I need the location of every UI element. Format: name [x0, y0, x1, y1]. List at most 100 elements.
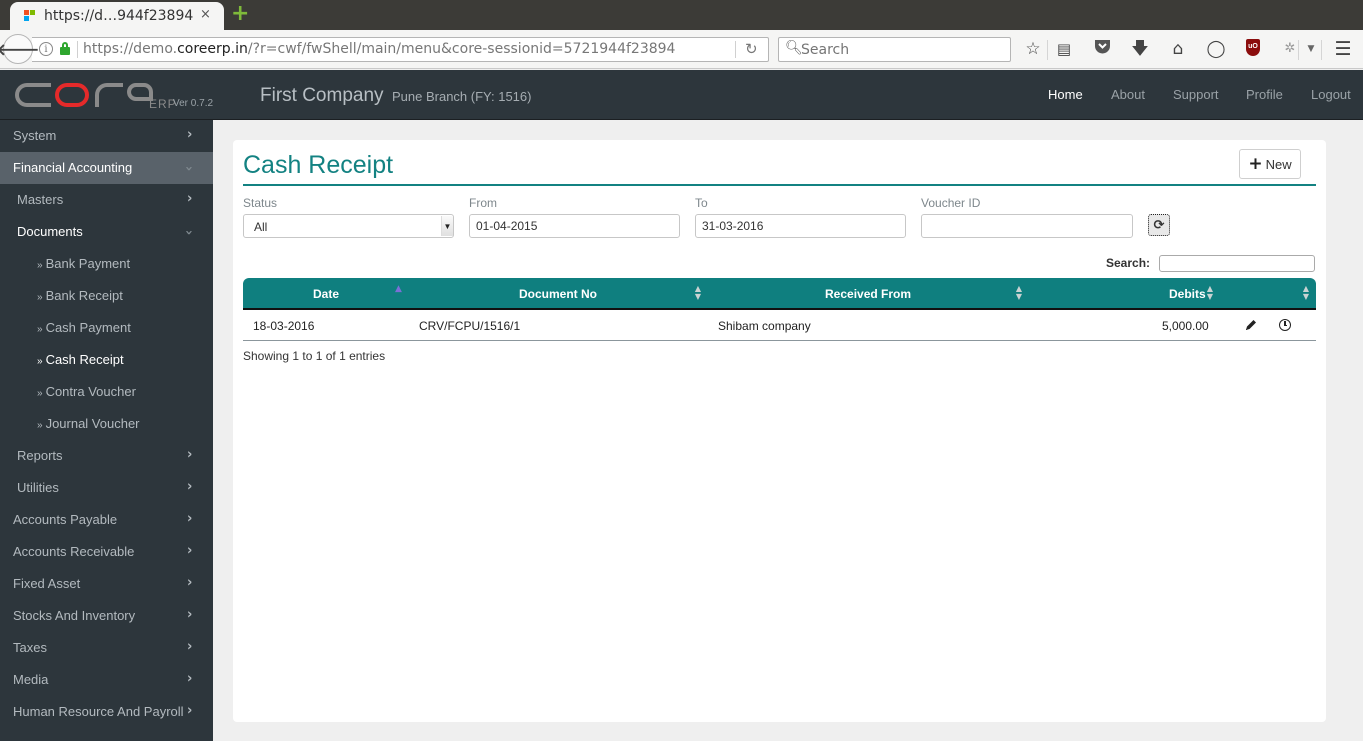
sidebar-item-label: Cash Receipt [45, 352, 124, 367]
submenu-bullet-icon: » [37, 420, 43, 431]
status-select[interactable]: All ▼ [243, 214, 454, 238]
sidebar-item-label: Masters [17, 192, 64, 207]
tab-title: https://d…944f23894 [44, 8, 194, 24]
chevron-right-icon: › [187, 670, 193, 687]
table-search-input[interactable] [1159, 255, 1315, 272]
browser-search-bar[interactable]: 🔍︎ [778, 37, 1011, 62]
sidebar-item-label: Taxes [13, 640, 47, 655]
menu-icon[interactable]: ☰ [1331, 38, 1355, 60]
status-label: Status [243, 196, 278, 210]
table-header: Date ▲ Document No ▲ ▼ Received From ▲ ▼ D… [243, 278, 1316, 310]
sidebar-item-label: Media [13, 672, 49, 687]
sidebar-item-label: Documents [17, 224, 83, 239]
chat-icon[interactable]: ◯ [1204, 38, 1228, 60]
browser-tab[interactable]: https://d…944f23894 × [10, 2, 224, 30]
sort-both-icon[interactable]: ▲ ▼ [1302, 285, 1310, 301]
nav-logout[interactable]: Logout [1311, 87, 1351, 102]
url-bar[interactable]: i https://demo.coreerp.in/?r=cwf/fwShell… [32, 37, 769, 62]
column-header-date[interactable]: Date [313, 287, 339, 301]
home-icon[interactable]: ⌂ [1166, 38, 1190, 60]
nav-support[interactable]: Support [1173, 87, 1219, 102]
sort-both-icon[interactable]: ▲ ▼ [1206, 285, 1214, 301]
sidebar: System › Financial Accounting › Masters … [0, 120, 213, 741]
sidebar-item-cash-receipt[interactable]: » Cash Receipt [0, 344, 213, 376]
column-header-received-from[interactable]: Received From [825, 287, 911, 301]
chevron-right-icon: › [187, 542, 193, 559]
chevron-down-icon: › [181, 229, 197, 236]
sort-both-icon[interactable]: ▲ ▼ [694, 285, 702, 301]
table-search-label: Search: [1106, 256, 1151, 270]
sidebar-item-masters[interactable]: Masters › [0, 184, 213, 216]
app-header: ERP Ver 0.7.2 First Company Pune Branch … [0, 70, 1363, 120]
sidebar-item-contra-voucher[interactable]: » Contra Voucher [0, 376, 213, 408]
sort-both-icon[interactable]: ▲ ▼ [1015, 285, 1023, 301]
ublock-icon[interactable]: uO [1246, 39, 1260, 56]
cell-received-from: Shibam company [718, 319, 811, 333]
sidebar-item-financial-accounting[interactable]: Financial Accounting › [0, 152, 213, 184]
download-icon[interactable]: 🡇 [1128, 38, 1152, 60]
table-row[interactable]: 18-03-2016 CRV/FCPU/1516/1 Shibam compan… [243, 312, 1316, 341]
from-label: From [469, 196, 497, 210]
nav-home[interactable]: Home [1048, 87, 1083, 102]
column-header-debits[interactable]: Debits [1169, 287, 1206, 301]
browser-search-input[interactable] [801, 40, 1001, 59]
refresh-button[interactable]: ⟳ [1148, 214, 1170, 236]
chevron-right-icon: › [187, 606, 193, 623]
chevron-right-icon: › [187, 446, 193, 463]
sidebar-item-label: Stocks And Inventory [13, 608, 136, 623]
status-selected-value: All [254, 220, 268, 234]
secure-lock-icon[interactable] [60, 42, 70, 55]
tab-close-icon[interactable]: × [200, 7, 211, 22]
to-date-input[interactable] [695, 214, 906, 238]
submenu-bullet-icon: » [37, 388, 43, 399]
nav-profile[interactable]: Profile [1246, 87, 1283, 102]
sidebar-item-reports[interactable]: Reports › [0, 440, 213, 472]
sidebar-item-stocks-and-inventory[interactable]: Stocks And Inventory › [0, 600, 213, 632]
sidebar-item-label: Utilities [17, 480, 59, 495]
page-info-icon[interactable]: i [39, 42, 53, 56]
back-button[interactable]: 🡐 [0, 34, 39, 64]
sort-ascending-icon[interactable]: ▲ [395, 284, 402, 294]
sidebar-item-label: Accounts Receivable [13, 544, 135, 559]
sidebar-item-accounts-receivable[interactable]: Accounts Receivable › [0, 536, 213, 568]
sidebar-item-cash-payment[interactable]: » Cash Payment [0, 312, 213, 344]
sidebar-item-bank-payment[interactable]: » Bank Payment [0, 248, 213, 280]
url-path: /?r=cwf/fwShell/main/menu&core-sessionid… [247, 41, 676, 57]
sidebar-item-media[interactable]: Media › [0, 664, 213, 696]
sidebar-item-human-resource-and-payroll[interactable]: Human Resource And Payroll › [0, 696, 213, 728]
sidebar-item-documents[interactable]: Documents › [0, 216, 213, 248]
url-text[interactable]: https://demo.coreerp.in/?r=cwf/fwShell/m… [83, 41, 675, 57]
reading-list-icon[interactable]: ▤ [1052, 38, 1076, 60]
new-button[interactable]: + New [1239, 149, 1301, 179]
extension-dropdown-icon[interactable]: ▼ [1299, 38, 1323, 60]
chevron-right-icon: › [187, 478, 193, 495]
edit-pencil-icon[interactable] [1244, 318, 1258, 332]
sidebar-item-bank-receipt[interactable]: » Bank Receipt [0, 280, 213, 312]
bookmark-star-icon[interactable]: ☆ [1021, 38, 1045, 60]
voucher-id-input[interactable] [921, 214, 1133, 238]
sidebar-item-taxes[interactable]: Taxes › [0, 632, 213, 664]
reload-icon[interactable]: ↻ [745, 40, 758, 58]
sidebar-item-accounts-payable[interactable]: Accounts Payable › [0, 504, 213, 536]
nav-about[interactable]: About [1111, 87, 1145, 102]
from-date-input[interactable] [469, 214, 680, 238]
sidebar-item-label: Reports [17, 448, 63, 463]
submenu-bullet-icon: » [37, 260, 43, 271]
plus-icon: + [1248, 154, 1263, 174]
sidebar-item-label: Accounts Payable [13, 512, 118, 527]
back-arrow-icon: 🡐 [0, 41, 40, 59]
url-domain: coreerp.in [177, 41, 248, 57]
sidebar-item-utilities[interactable]: Utilities › [0, 472, 213, 504]
site-favicon-icon [24, 10, 36, 22]
sidebar-item-journal-voucher[interactable]: » Journal Voucher [0, 408, 213, 440]
reload-separator [735, 41, 736, 58]
chevron-right-icon: › [187, 574, 193, 591]
history-clock-icon[interactable] [1279, 319, 1291, 331]
pocket-icon[interactable] [1090, 38, 1114, 60]
branch-name: Pune Branch (FY: 1516) [392, 89, 532, 104]
new-tab-icon[interactable]: + [231, 3, 249, 25]
column-header-document-no[interactable]: Document No [519, 287, 597, 301]
sidebar-item-system[interactable]: System › [0, 120, 213, 152]
company-name: First Company [260, 85, 384, 106]
sidebar-item-fixed-asset[interactable]: Fixed Asset › [0, 568, 213, 600]
